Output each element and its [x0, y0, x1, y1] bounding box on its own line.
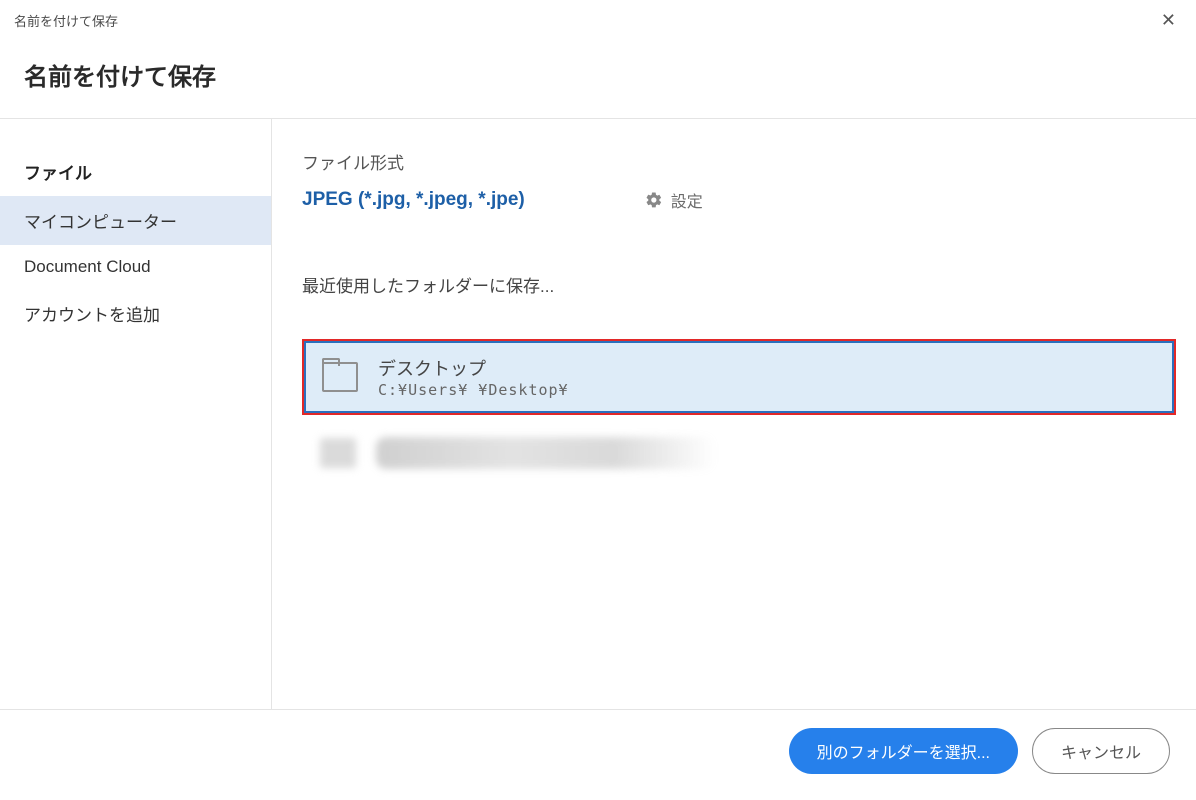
page-title: 名前を付けて保存	[24, 57, 1172, 92]
close-icon[interactable]: ✕	[1155, 8, 1182, 33]
folder-icon	[320, 438, 356, 468]
folder-path: C:¥Users¥ ¥Desktop¥	[378, 381, 569, 399]
folder-name: デスクトップ	[378, 355, 569, 381]
dialog-body: ファイル マイコンピューター Document Cloud アカウントを追加 フ…	[0, 119, 1196, 709]
dialog-footer: 別のフォルダーを選択... キャンセル	[0, 709, 1196, 792]
main-panel: ファイル形式 JPEG (*.jpg, *.jpeg, *.jpe) 設定 最近…	[272, 119, 1196, 709]
file-format-dropdown[interactable]: JPEG (*.jpg, *.jpeg, *.jpe)	[302, 189, 525, 211]
sidebar-section-files: ファイル	[0, 147, 271, 196]
sidebar: ファイル マイコンピューター Document Cloud アカウントを追加	[0, 119, 272, 709]
dialog-header: 名前を付けて保存	[0, 39, 1196, 118]
format-settings-link[interactable]: 設定	[645, 188, 703, 212]
titlebar: 名前を付けて保存 ✕	[0, 0, 1196, 39]
folder-icon	[322, 362, 358, 392]
file-format-row: JPEG (*.jpg, *.jpeg, *.jpe) 設定	[302, 188, 1186, 212]
cancel-button[interactable]: キャンセル	[1032, 728, 1170, 774]
redacted-text	[376, 437, 716, 469]
choose-different-folder-button[interactable]: 別のフォルダーを選択...	[789, 728, 1018, 774]
recent-folders-label: 最近使用したフォルダーに保存...	[302, 272, 1186, 297]
sidebar-item-my-computer[interactable]: マイコンピューター	[0, 196, 271, 245]
window-title: 名前を付けて保存	[14, 11, 118, 30]
folder-text: デスクトップ C:¥Users¥ ¥Desktop¥	[378, 355, 569, 399]
sidebar-item-add-account[interactable]: アカウントを追加	[0, 289, 271, 338]
gear-icon	[645, 191, 663, 209]
recent-folder-desktop[interactable]: デスクトップ C:¥Users¥ ¥Desktop¥	[302, 339, 1176, 415]
recent-folder-redacted	[302, 429, 1186, 477]
sidebar-item-document-cloud[interactable]: Document Cloud	[0, 245, 271, 289]
file-format-label: ファイル形式	[302, 149, 1186, 174]
format-settings-label: 設定	[671, 188, 703, 212]
